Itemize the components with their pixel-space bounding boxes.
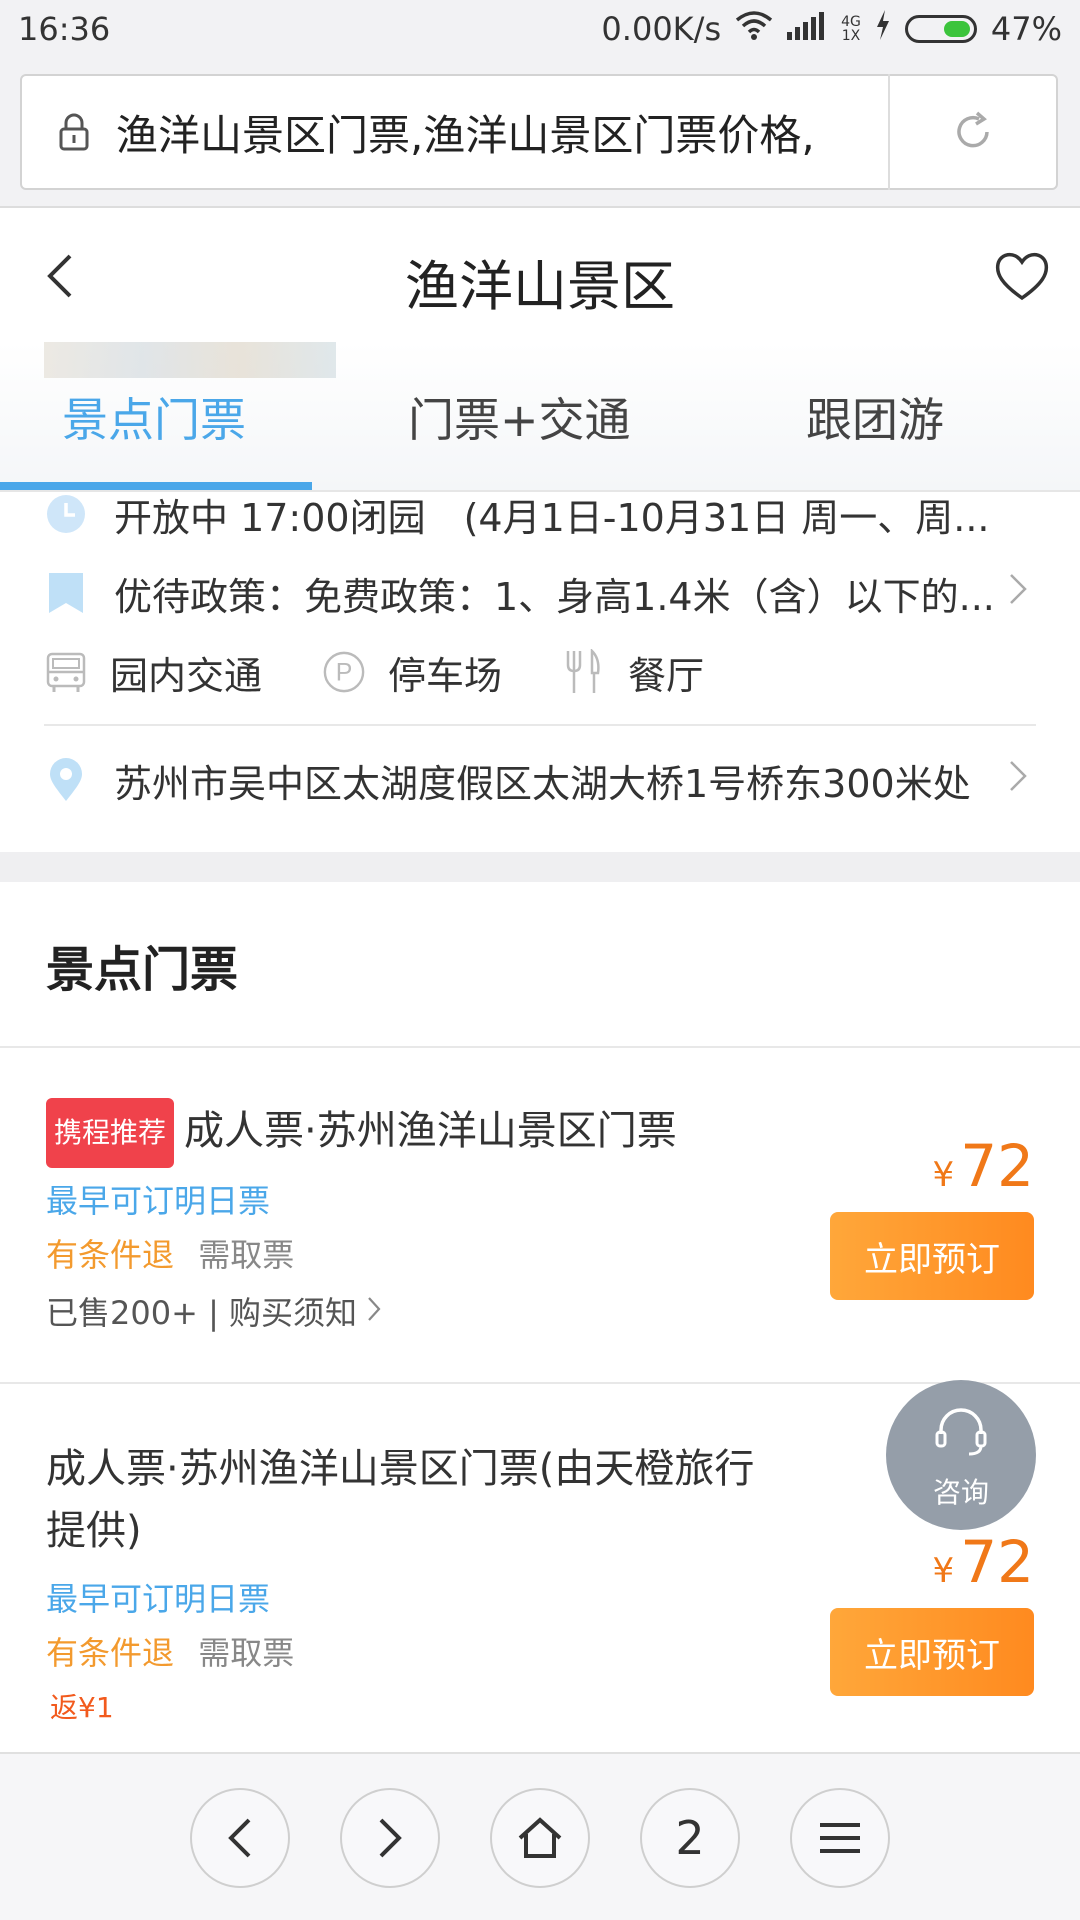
network-speed: 0.00K/s (601, 10, 722, 48)
url-text[interactable]: 渔洋山景区门票,渔洋山景区门票价格, (104, 102, 888, 163)
chevron-left-icon (228, 1818, 251, 1858)
chevron-right-icon (379, 1818, 402, 1858)
reload-icon[interactable] (890, 110, 1056, 154)
facility-label: 停车场 (388, 653, 503, 698)
tab-bar: 景点门票 门票+交通 跟团游 (0, 342, 1080, 492)
network-type-bottom: 1X (841, 28, 861, 44)
ticket-price: ¥72 (933, 1132, 1034, 1200)
network-type: 4G 1X (841, 15, 861, 43)
price-value: 72 (960, 1132, 1034, 1200)
nav-menu-button[interactable] (790, 1788, 890, 1888)
battery-fill (943, 21, 970, 37)
parking-icon: P (322, 650, 366, 694)
discount-policy-text: 优待政策：免费政策：1、身高1.4米（含）以下的... (114, 574, 995, 619)
recommend-badge: 携程推荐 (46, 1098, 175, 1168)
page-title: 渔洋山景区 (405, 255, 675, 318)
chevron-right-icon (367, 1292, 381, 1330)
menu-icon (820, 1823, 860, 1853)
currency-symbol: ¥ (932, 1551, 955, 1591)
cashback-tag: 返¥1 (50, 1691, 114, 1724)
svg-text:P: P (336, 659, 353, 687)
restaurant-icon (562, 649, 606, 694)
facility-restaurant: 餐厅 (562, 645, 704, 700)
consult-button[interactable]: 咨询 (886, 1380, 1036, 1530)
book-now-button[interactable]: 立即预订 (830, 1608, 1034, 1696)
battery-icon (904, 15, 977, 43)
section-title: 景点门票 (46, 942, 239, 998)
address-text: 苏州市吴中区太湖度假区太湖大桥1号桥东300米处 (114, 761, 971, 806)
pickup-tag: 需取票 (198, 1236, 295, 1274)
chevron-right-icon (1008, 571, 1028, 615)
discount-policy-row[interactable]: 优待政策：免费政策：1、身高1.4米（含）以下的... (44, 568, 1044, 619)
opening-hours-row[interactable]: 开放中 17:00闭园 (4月1日-10月31日 周一、周... (44, 492, 1044, 540)
ticket-tags: 有条件退 需取票 (46, 1628, 294, 1674)
ticket-card[interactable]: 携程推荐 成人票·苏州渔洋山景区门票 最早可订明日票 有条件退 需取票 已售200… (0, 1048, 1080, 1384)
clock-icon (44, 492, 88, 536)
consult-label: 咨询 (932, 1475, 989, 1509)
nav-tabs-button[interactable]: 2 (640, 1788, 740, 1888)
price-value: 72 (960, 1528, 1034, 1596)
page-header: 渔洋山景区 (0, 210, 1080, 342)
ticket-tags: 有条件退 需取票 (46, 1230, 294, 1276)
refund-tag: 有条件退 (46, 1236, 175, 1274)
tab-tickets[interactable]: 景点门票 (62, 384, 246, 450)
nav-back-button[interactable] (190, 1788, 290, 1888)
nav-forward-button[interactable] (340, 1788, 440, 1888)
ticket-title: 成人票·苏州渔洋山景区门票 (184, 1108, 677, 1154)
browser-bottom-nav: 2 (0, 1752, 1080, 1920)
tab-group-tour[interactable]: 跟团游 (806, 384, 944, 450)
headset-icon (931, 1404, 991, 1467)
facility-label: 餐厅 (628, 653, 705, 698)
url-bar[interactable]: 渔洋山景区门票,渔洋山景区门票价格, (20, 74, 1058, 190)
status-time: 16:36 (18, 10, 111, 48)
section-gap (0, 852, 1080, 882)
chevron-right-icon (1008, 758, 1028, 802)
ticket-title: 成人票·苏州渔洋山景区门票(由天橙旅行提供) (46, 1446, 755, 1554)
earliest-booking: 最早可订明日票 (46, 1182, 271, 1220)
facility-parking: P 停车场 (322, 645, 502, 700)
address-row[interactable]: 苏州市吴中区太湖度假区太湖大桥1号桥东300米处 (44, 750, 1044, 810)
purchase-notice-link[interactable]: 已售200+ | 购买须知 (46, 1288, 381, 1334)
wifi-icon (735, 10, 773, 48)
pickup-tag: 需取票 (198, 1634, 295, 1672)
lock-icon (44, 113, 104, 151)
bookmark-icon (44, 571, 88, 615)
attraction-info: 开放中 17:00闭园 (4月1日-10月31日 周一、周... 优待政策：免费… (0, 492, 1080, 852)
signal-icon (787, 10, 827, 48)
heart-icon[interactable] (994, 250, 1050, 306)
book-now-button[interactable]: 立即预订 (830, 1212, 1034, 1300)
ticket-price: ¥72 (933, 1528, 1034, 1596)
bus-icon (44, 650, 88, 694)
home-icon (518, 1817, 562, 1858)
nav-home-button[interactable] (490, 1788, 590, 1888)
tab-count: 2 (675, 1811, 705, 1865)
refund-tag: 有条件退 (46, 1634, 175, 1672)
facility-label: 园内交通 (110, 653, 263, 698)
charging-icon (875, 10, 891, 48)
facilities-row: 园内交通 P 停车场 餐厅 (44, 644, 1044, 700)
banner-image-strip (44, 342, 336, 378)
battery-percent: 47% (990, 10, 1062, 48)
status-right: 0.00K/s 4G 1X 47% (601, 10, 1062, 48)
location-pin-icon (44, 758, 88, 802)
currency-symbol: ¥ (932, 1155, 955, 1195)
earliest-booking: 最早可订明日票 (46, 1580, 271, 1618)
info-divider (44, 724, 1036, 726)
status-bar: 16:36 0.00K/s 4G 1X 47% (0, 0, 1080, 62)
sold-and-notice: 已售200+ | 购买须知 (46, 1294, 358, 1332)
tab-ticket-transport[interactable]: 门票+交通 (408, 384, 631, 450)
facility-internal-transport: 园内交通 (44, 645, 262, 700)
ticket-title-line: 携程推荐 成人票·苏州渔洋山景区门票 (46, 1098, 746, 1168)
opening-hours-text: 开放中 17:00闭园 (4月1日-10月31日 周一、周... (114, 495, 990, 540)
browser-toolbar: 渔洋山景区门票,渔洋山景区门票价格, (0, 62, 1080, 208)
